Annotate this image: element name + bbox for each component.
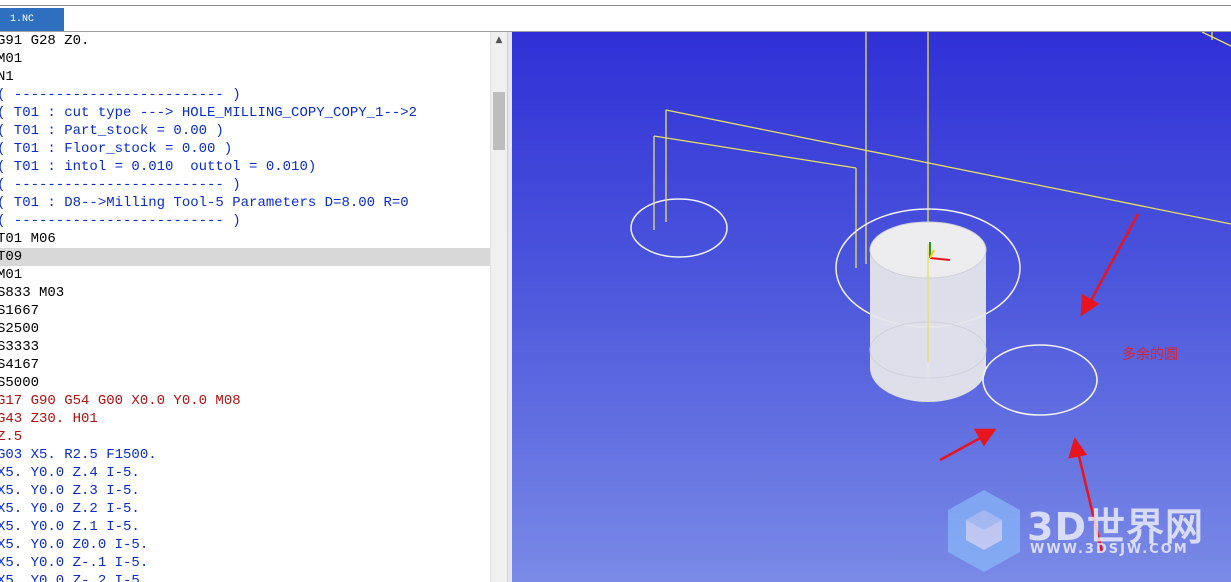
code-line[interactable]: ( T01 : intol = 0.010 outtol = 0.010) <box>0 158 490 176</box>
toolpath-circle-left <box>630 198 728 258</box>
code-line[interactable]: X5. Y0.0 Z.4 I-5. <box>0 464 490 482</box>
code-line[interactable]: G43 Z30. H01 <box>0 410 490 428</box>
code-line[interactable]: S833 M03 <box>0 284 490 302</box>
code-line[interactable]: ( T01 : Part_stock = 0.00 ) <box>0 122 490 140</box>
code-line[interactable]: ( ------------------------- ) <box>0 176 490 194</box>
code-line[interactable]: X5. Y0.0 Z0.0 I-5. <box>0 536 490 554</box>
tab-bar-divider <box>0 5 1231 6</box>
scroll-up-arrow-icon[interactable]: ▲ <box>491 32 507 48</box>
editor-scrollbar[interactable]: ▲ <box>490 32 507 582</box>
code-line[interactable]: ( T01 : Floor_stock = 0.00 ) <box>0 140 490 158</box>
tab-1-nc[interactable]: 1.NC <box>0 8 64 31</box>
stock-cylinder <box>869 221 987 402</box>
3d-simulation-viewport[interactable]: 多余的圆 3D世界网 WWW.3DSJW.COM <box>512 32 1231 582</box>
code-line[interactable]: S1667 <box>0 302 490 320</box>
watermark-logo-icon <box>948 490 1020 572</box>
code-line[interactable]: T01 M06 <box>0 230 490 248</box>
code-line[interactable]: M01 <box>0 50 490 68</box>
tab-bar: 1.NC <box>0 0 1231 32</box>
code-line[interactable]: T09 <box>0 248 490 266</box>
code-line[interactable]: ( T01 : cut type ---> HOLE_MILLING_COPY_… <box>0 104 490 122</box>
code-line[interactable]: X5. Y0.0 Z.3 I-5. <box>0 482 490 500</box>
code-line[interactable]: ( T01 : D8-->Milling Tool-5 Parameters D… <box>0 194 490 212</box>
code-line[interactable]: G91 G28 Z0. <box>0 32 490 50</box>
watermark-url: WWW.3DSJW.COM <box>1030 542 1189 557</box>
code-line[interactable]: X5. Y0.0 Z-.2 I-5. <box>0 572 490 582</box>
code-line[interactable]: ( ------------------------- ) <box>0 212 490 230</box>
code-line[interactable]: S4167 <box>0 356 490 374</box>
scroll-thumb[interactable] <box>493 92 505 150</box>
code-line[interactable]: Z.5 <box>0 428 490 446</box>
code-line[interactable]: X5. Y0.0 Z-.1 I-5. <box>0 554 490 572</box>
extra-circle-annotation: 多余的圆 <box>1122 347 1178 363</box>
code-line[interactable]: G17 G90 G54 G00 X0.0 Y0.0 M08 <box>0 392 490 410</box>
nc-code-editor[interactable]: G91 G28 Z0. M01 N1( ----------------------… <box>0 32 490 582</box>
code-line[interactable]: N1 <box>0 68 490 86</box>
extra-circle <box>982 344 1098 416</box>
code-line[interactable]: G03 X5. R2.5 F1500. <box>0 446 490 464</box>
code-line[interactable]: M01 <box>0 266 490 284</box>
code-line[interactable]: S3333 <box>0 338 490 356</box>
code-line[interactable]: X5. Y0.0 Z.2 I-5. <box>0 500 490 518</box>
code-line[interactable]: X5. Y0.0 Z.1 I-5. <box>0 518 490 536</box>
code-line[interactable]: ( ------------------------- ) <box>0 86 490 104</box>
code-line[interactable]: S2500 <box>0 320 490 338</box>
code-line[interactable]: S5000 <box>0 374 490 392</box>
